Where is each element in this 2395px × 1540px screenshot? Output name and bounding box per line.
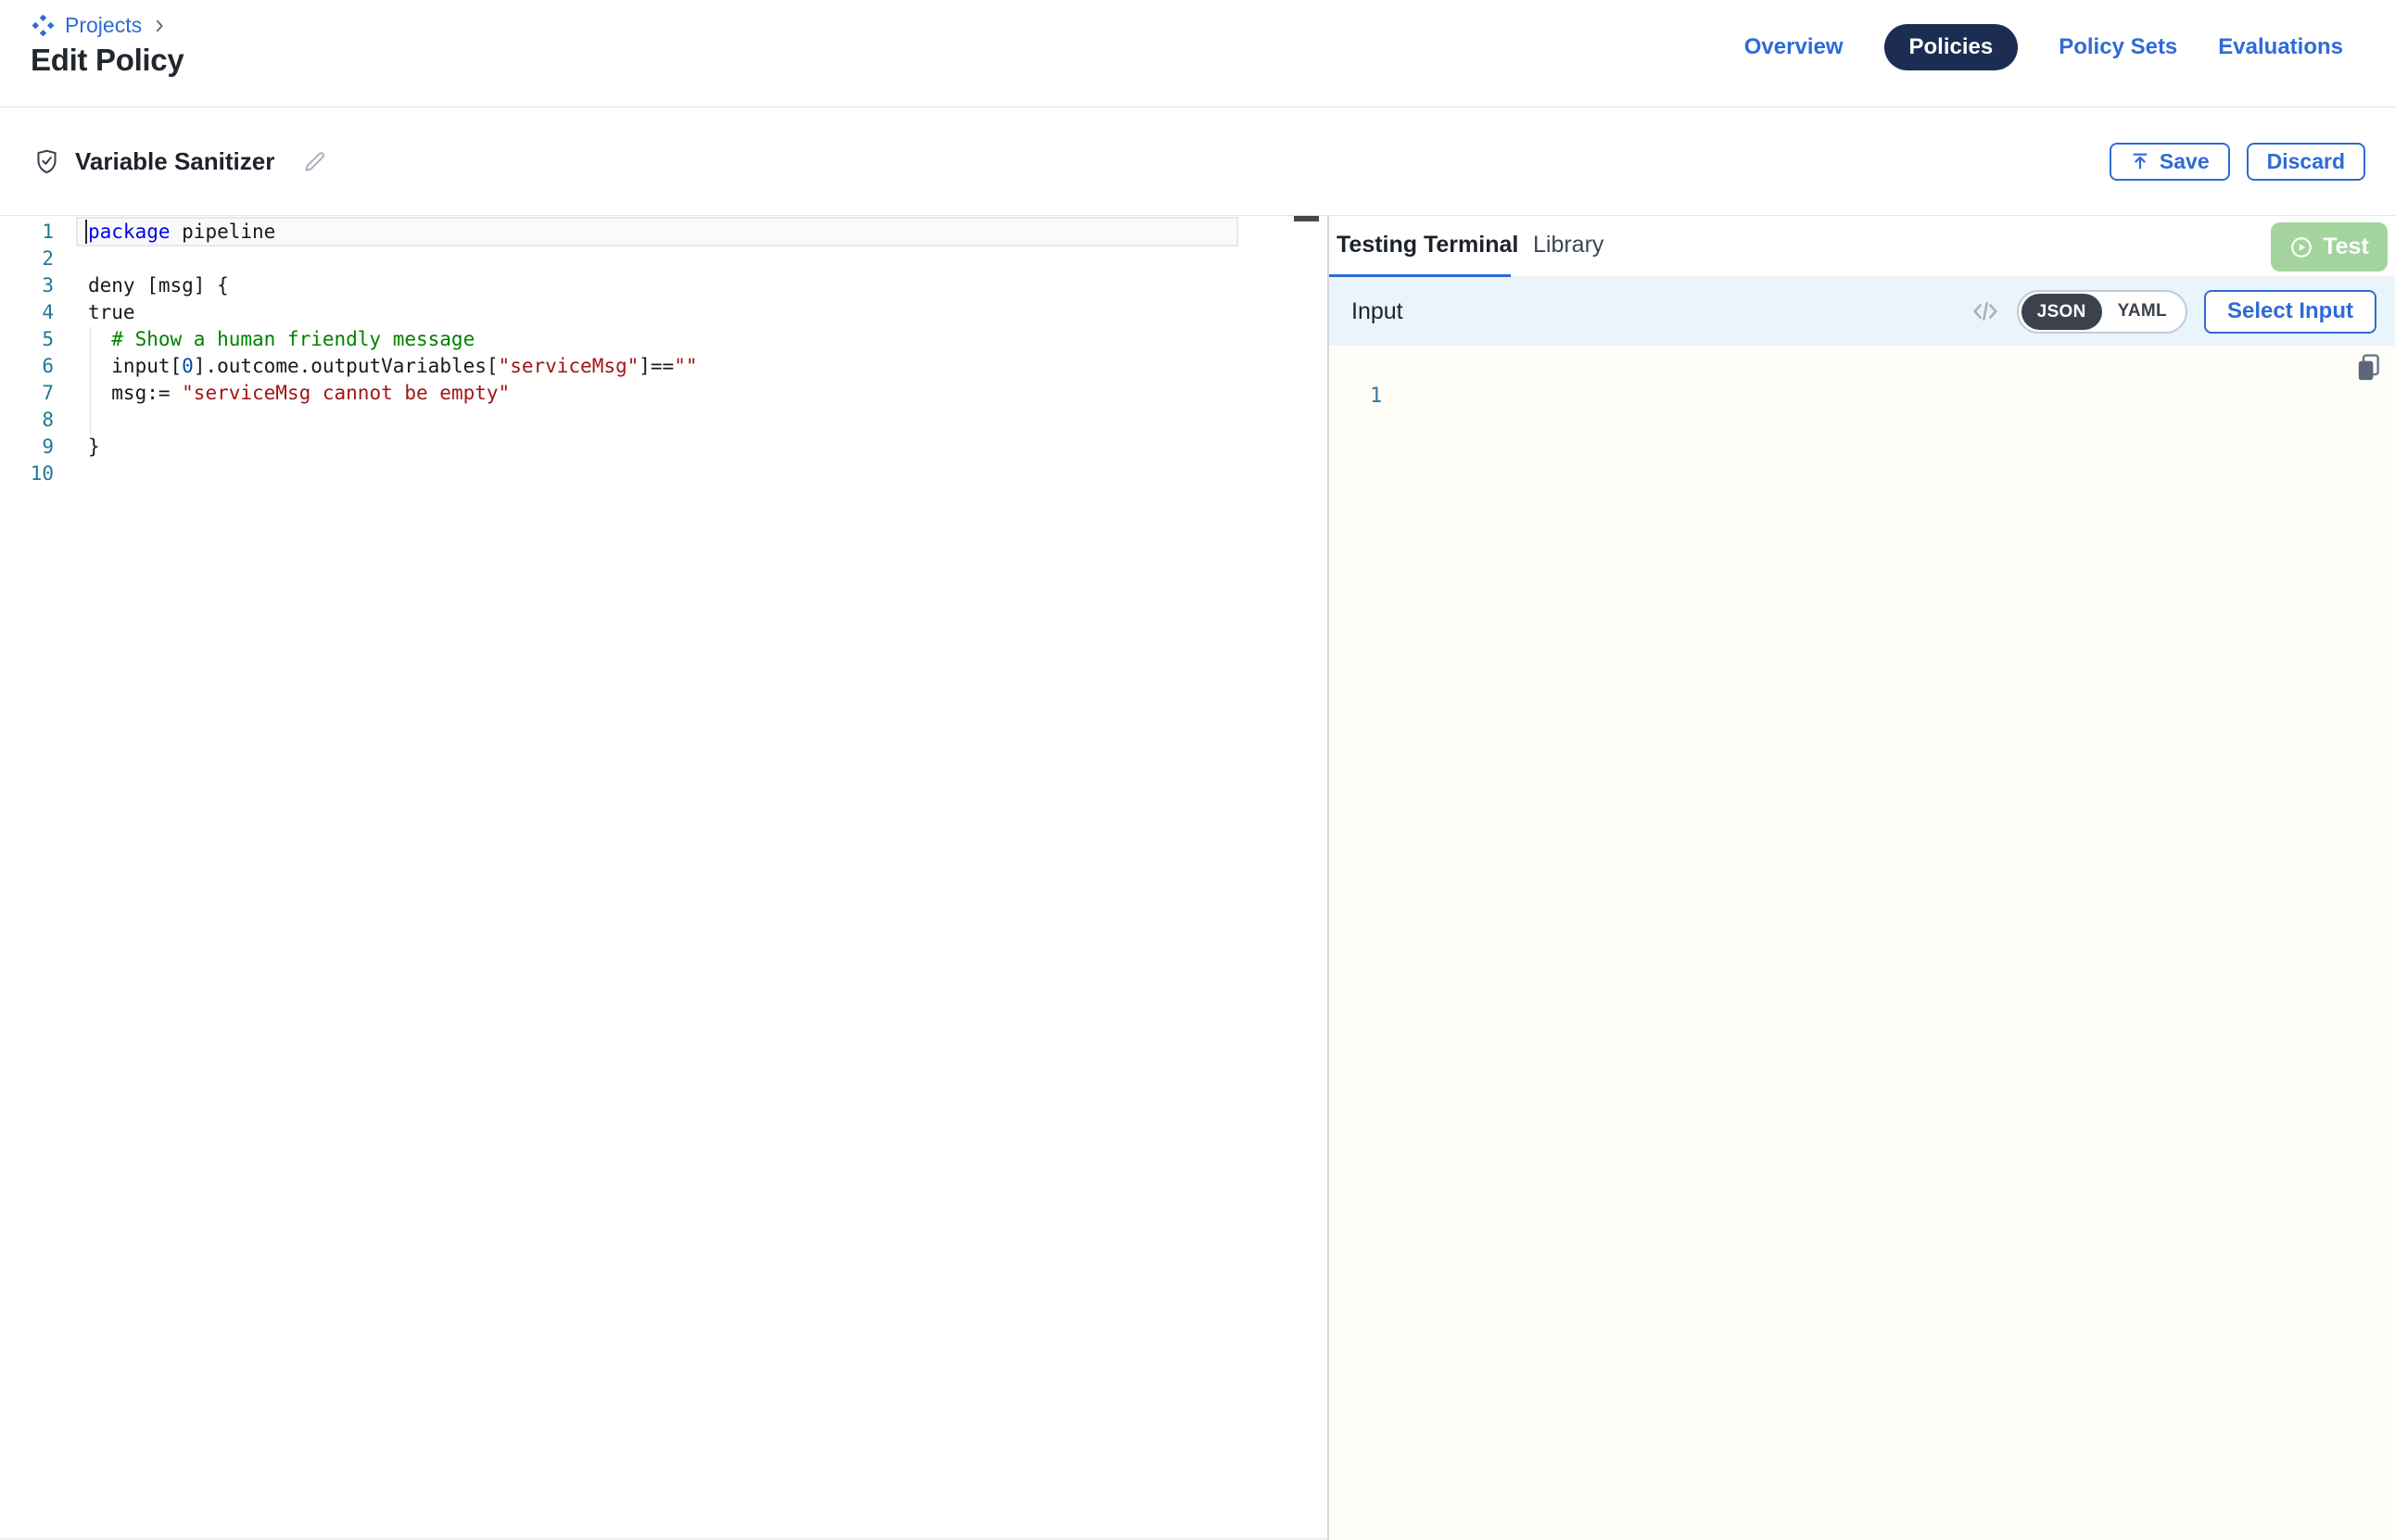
input-header-row: Input JSON YAML Select Input xyxy=(1329,277,2395,346)
breadcrumb-projects-link[interactable]: Projects xyxy=(65,13,142,38)
input-editor[interactable]: 1 xyxy=(1329,346,2395,1540)
save-button[interactable]: Save xyxy=(2110,143,2230,181)
tab-policy-sets[interactable]: Policy Sets xyxy=(2059,34,2177,60)
page-title: Edit Policy xyxy=(31,43,184,78)
top-nav: Overview Policies Policy Sets Evaluation… xyxy=(1744,24,2343,70)
select-input-button[interactable]: Select Input xyxy=(2204,290,2376,334)
format-json-option[interactable]: JSON xyxy=(2021,294,2102,330)
copy-icon[interactable] xyxy=(2352,351,2384,389)
code-content[interactable]: package pipeline deny [msg] { true # Sho… xyxy=(88,219,698,487)
page-header: Projects Edit Policy Overview Policies P… xyxy=(0,0,2395,107)
code-line-5: # Show a human friendly message xyxy=(88,326,698,353)
discard-button[interactable]: Discard xyxy=(2247,143,2365,181)
code-line-8 xyxy=(88,407,698,434)
play-circle-icon xyxy=(2289,235,2313,259)
tab-overview[interactable]: Overview xyxy=(1744,34,1844,60)
tab-evaluations[interactable]: Evaluations xyxy=(2218,34,2343,60)
select-input-label: Select Input xyxy=(2227,298,2353,324)
test-button-label: Test xyxy=(2323,234,2369,260)
upload-icon xyxy=(2130,151,2150,171)
breadcrumb: Projects xyxy=(31,13,168,38)
code-format-icon[interactable] xyxy=(1970,297,2000,326)
code-line-7: msg:= "serviceMsg cannot be empty" xyxy=(88,380,698,407)
line-number-gutter: 1 2 3 4 5 6 7 8 9 10 xyxy=(0,219,54,487)
tab-policies[interactable]: Policies xyxy=(1884,24,2019,70)
tab-testing-terminal[interactable]: Testing Terminal xyxy=(1337,232,1518,259)
policy-name: Variable Sanitizer xyxy=(75,147,274,176)
testing-panel: Testing Terminal Library Test Input xyxy=(1329,216,2395,1540)
policy-toolbar: Variable Sanitizer Save Discard xyxy=(0,107,2395,215)
code-line-10 xyxy=(88,461,698,487)
code-line-3: deny [msg] { xyxy=(88,272,698,299)
format-yaml-option[interactable]: YAML xyxy=(2102,301,2183,322)
text-cursor xyxy=(85,220,87,244)
input-editor-line-number: 1 xyxy=(1370,383,1382,410)
tab-library[interactable]: Library xyxy=(1533,232,1603,259)
code-line-1: package pipeline xyxy=(88,219,698,246)
shield-check-icon xyxy=(33,148,60,175)
code-line-2 xyxy=(88,246,698,272)
policy-code-editor[interactable]: 1 2 3 4 5 6 7 8 9 10 package pipeline de… xyxy=(0,216,1327,1540)
format-toggle: JSON YAML xyxy=(2017,290,2187,334)
code-line-9: } xyxy=(88,434,698,461)
edit-name-icon[interactable] xyxy=(302,149,327,174)
code-line-4: true xyxy=(88,299,698,326)
projects-icon xyxy=(31,13,56,38)
chevron-right-icon xyxy=(151,18,168,34)
code-line-6: input[0].outcome.outputVariables["servic… xyxy=(88,353,698,380)
terminal-tabs: Testing Terminal Library Test xyxy=(1329,216,2395,277)
minimap[interactable] xyxy=(1294,216,1319,221)
input-label: Input xyxy=(1351,298,1403,325)
save-button-label: Save xyxy=(2160,149,2210,174)
edit-policy-page: Projects Edit Policy Overview Policies P… xyxy=(0,0,2395,1540)
content-area: 1 2 3 4 5 6 7 8 9 10 package pipeline de… xyxy=(0,215,2395,1540)
discard-button-label: Discard xyxy=(2267,149,2345,174)
test-button[interactable]: Test xyxy=(2271,222,2388,271)
